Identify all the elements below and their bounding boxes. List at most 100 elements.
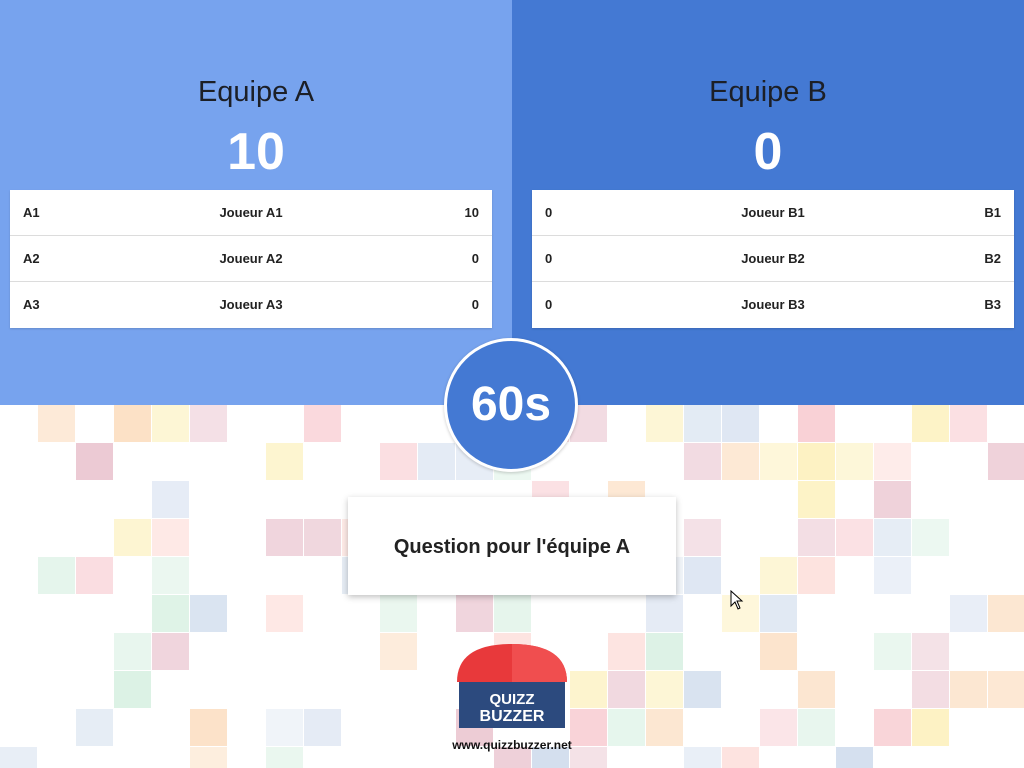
background-tile (874, 481, 911, 518)
player-score: 0 (471, 297, 479, 312)
player-name: Joueur A1 (219, 205, 283, 220)
background-tile (114, 405, 151, 442)
background-tile (190, 405, 227, 442)
background-tile (798, 443, 835, 480)
background-tile (380, 443, 417, 480)
player-name: Joueur A3 (219, 297, 283, 312)
background-tile (114, 671, 151, 708)
background-tile (950, 671, 987, 708)
background-tile (836, 747, 873, 768)
countdown-timer: 60s (444, 338, 578, 472)
background-tile (114, 519, 151, 556)
player-row-b2[interactable]: 0 Joueur B2 B2 (532, 236, 1014, 282)
background-tile (494, 595, 531, 632)
background-tile (646, 671, 683, 708)
player-row-a2[interactable]: A2 Joueur A2 0 (10, 236, 492, 282)
player-score: 0 (471, 251, 479, 266)
background-tile (874, 443, 911, 480)
background-tile (684, 747, 721, 768)
player-row-b3[interactable]: 0 Joueur B3 B3 (532, 282, 1014, 328)
background-tile (646, 405, 683, 442)
background-tile (988, 443, 1024, 480)
background-tile (760, 595, 797, 632)
background-tile (38, 557, 75, 594)
background-tile (950, 595, 987, 632)
background-tile (608, 709, 645, 746)
quizzbuzzer-logo: QUIZZ BUZZER (457, 644, 567, 728)
team-b-player-table: 0 Joueur B1 B1 0 Joueur B2 B2 0 Joueur B… (532, 190, 1014, 328)
background-tile (76, 443, 113, 480)
background-tile (912, 671, 949, 708)
player-id: B1 (984, 205, 1001, 220)
background-tile (266, 443, 303, 480)
background-tile (798, 481, 835, 518)
background-tile (798, 519, 835, 556)
background-tile (912, 709, 949, 746)
background-tile (950, 405, 987, 442)
player-row-a3[interactable]: A3 Joueur A3 0 (10, 282, 492, 328)
background-tile (874, 557, 911, 594)
background-tile (646, 709, 683, 746)
background-tile (152, 519, 189, 556)
background-tile (798, 709, 835, 746)
background-tile (760, 557, 797, 594)
background-tile (722, 405, 759, 442)
team-b-panel: Equipe B 0 0 Joueur B1 B1 0 Joueur B2 B2… (512, 0, 1024, 405)
background-tile (76, 557, 113, 594)
player-name: Joueur B1 (741, 205, 805, 220)
background-tile (152, 633, 189, 670)
background-tile (0, 747, 37, 768)
background-tile (684, 443, 721, 480)
background-tile (304, 405, 341, 442)
background-tile (684, 557, 721, 594)
team-b-score: 0 (753, 123, 783, 181)
background-tile (380, 595, 417, 632)
background-tile (684, 405, 721, 442)
site-url: www.quizzbuzzer.net (452, 738, 572, 752)
team-a-panel: Equipe A 10 A1 Joueur A1 10 A2 Joueur A2… (0, 0, 512, 405)
background-tile (266, 709, 303, 746)
background-tile (874, 633, 911, 670)
question-card: Question pour l'équipe A (348, 497, 676, 595)
background-tile (684, 671, 721, 708)
player-id: B2 (984, 251, 1001, 266)
background-tile (646, 595, 683, 632)
background-tile (646, 633, 683, 670)
background-tile (152, 481, 189, 518)
background-tile (988, 595, 1024, 632)
background-tile (760, 709, 797, 746)
background-tile (760, 633, 797, 670)
player-row-a1[interactable]: A1 Joueur A1 10 (10, 190, 492, 236)
background-tile (798, 557, 835, 594)
background-tile (760, 443, 797, 480)
background-tile (570, 671, 607, 708)
background-tile (266, 595, 303, 632)
background-tile (418, 443, 455, 480)
background-tile (114, 633, 151, 670)
background-tile (874, 519, 911, 556)
background-tile (38, 405, 75, 442)
player-name: Joueur B3 (741, 297, 805, 312)
background-tile (836, 519, 873, 556)
background-tile (304, 519, 341, 556)
team-a-score: 10 (227, 123, 285, 181)
background-tile (912, 519, 949, 556)
background-tile (456, 595, 493, 632)
background-tile (190, 709, 227, 746)
background-tile (798, 405, 835, 442)
player-id: B3 (984, 297, 1001, 312)
player-row-b1[interactable]: 0 Joueur B1 B1 (532, 190, 1014, 236)
mouse-cursor-icon (730, 590, 744, 610)
background-tile (608, 671, 645, 708)
background-tile (836, 443, 873, 480)
background-tile (722, 747, 759, 768)
player-name: Joueur B2 (741, 251, 805, 266)
team-b-name: Equipe B (709, 76, 827, 108)
background-tile (684, 519, 721, 556)
background-tile (190, 747, 227, 768)
background-tile (798, 671, 835, 708)
logo-text-line2: BUZZER (480, 708, 545, 725)
background-tile (266, 519, 303, 556)
background-tile (152, 557, 189, 594)
player-score: 10 (464, 205, 479, 220)
